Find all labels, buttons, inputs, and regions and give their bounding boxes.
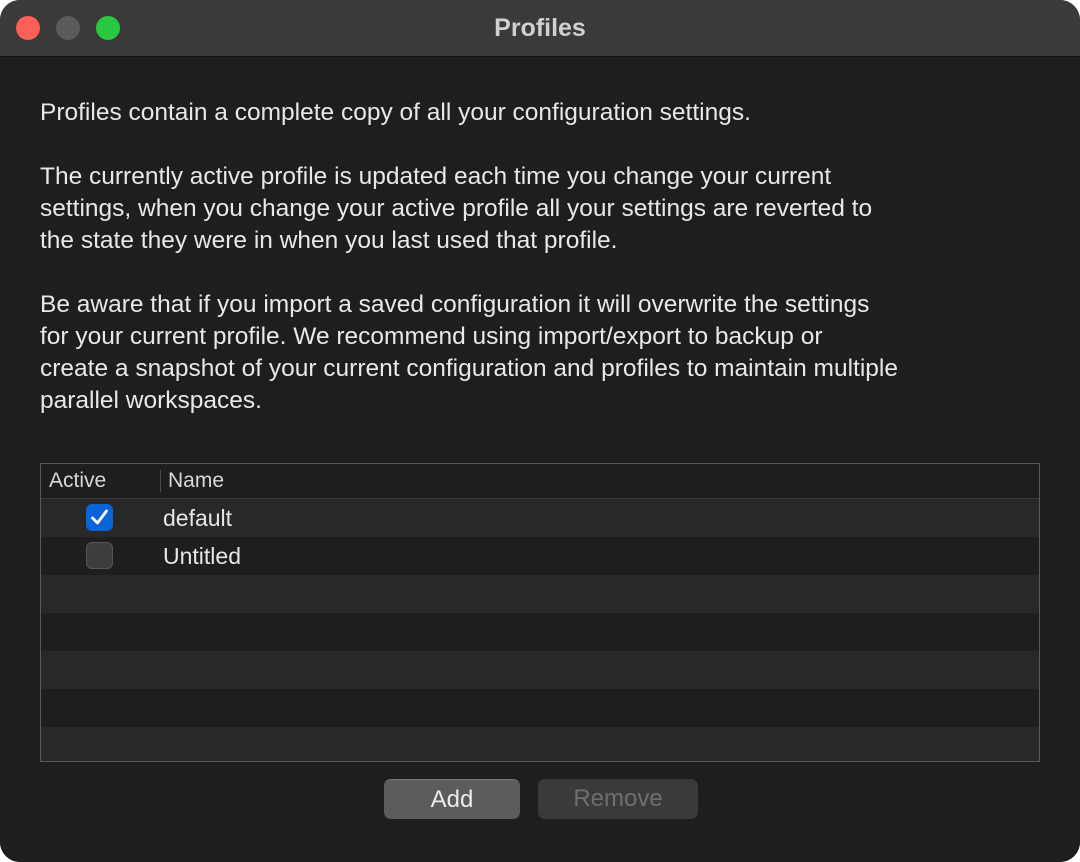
column-header-active[interactable]: Active [49, 469, 106, 493]
window-content: Profiles contain a complete copy of all … [0, 57, 1080, 862]
description-paragraph-2: The currently active profile is updated … [40, 163, 873, 254]
table-header: Active Name [41, 464, 1039, 499]
remove-button[interactable]: Remove [538, 779, 698, 819]
checkmark-icon [91, 509, 108, 525]
empty-table-row [41, 651, 1039, 689]
title-bar: Profiles [0, 0, 1080, 57]
column-header-name[interactable]: Name [168, 469, 224, 493]
active-checkbox[interactable] [86, 542, 113, 569]
table-body: default Untitled [41, 499, 1039, 761]
description-paragraph-1: Profiles contain a complete copy of all … [40, 99, 751, 126]
active-checkbox[interactable] [86, 504, 113, 531]
profile-name: Untitled [163, 543, 241, 569]
empty-table-row [41, 727, 1039, 761]
profile-name: default [163, 505, 233, 531]
table-row[interactable]: Untitled [41, 537, 1039, 575]
table-row[interactable]: default [41, 499, 1039, 537]
window-title: Profiles [494, 14, 586, 42]
add-button[interactable]: Add [384, 779, 520, 819]
column-divider[interactable] [160, 470, 161, 492]
description-paragraph-3: Be aware that if you import a saved conf… [40, 291, 898, 414]
empty-table-row [41, 575, 1039, 613]
empty-table-row [41, 613, 1039, 651]
profiles-table: Active Name default Untitled [40, 463, 1040, 762]
profiles-window: Profiles Profiles contain a complete cop… [0, 0, 1080, 862]
empty-table-row [41, 689, 1039, 727]
